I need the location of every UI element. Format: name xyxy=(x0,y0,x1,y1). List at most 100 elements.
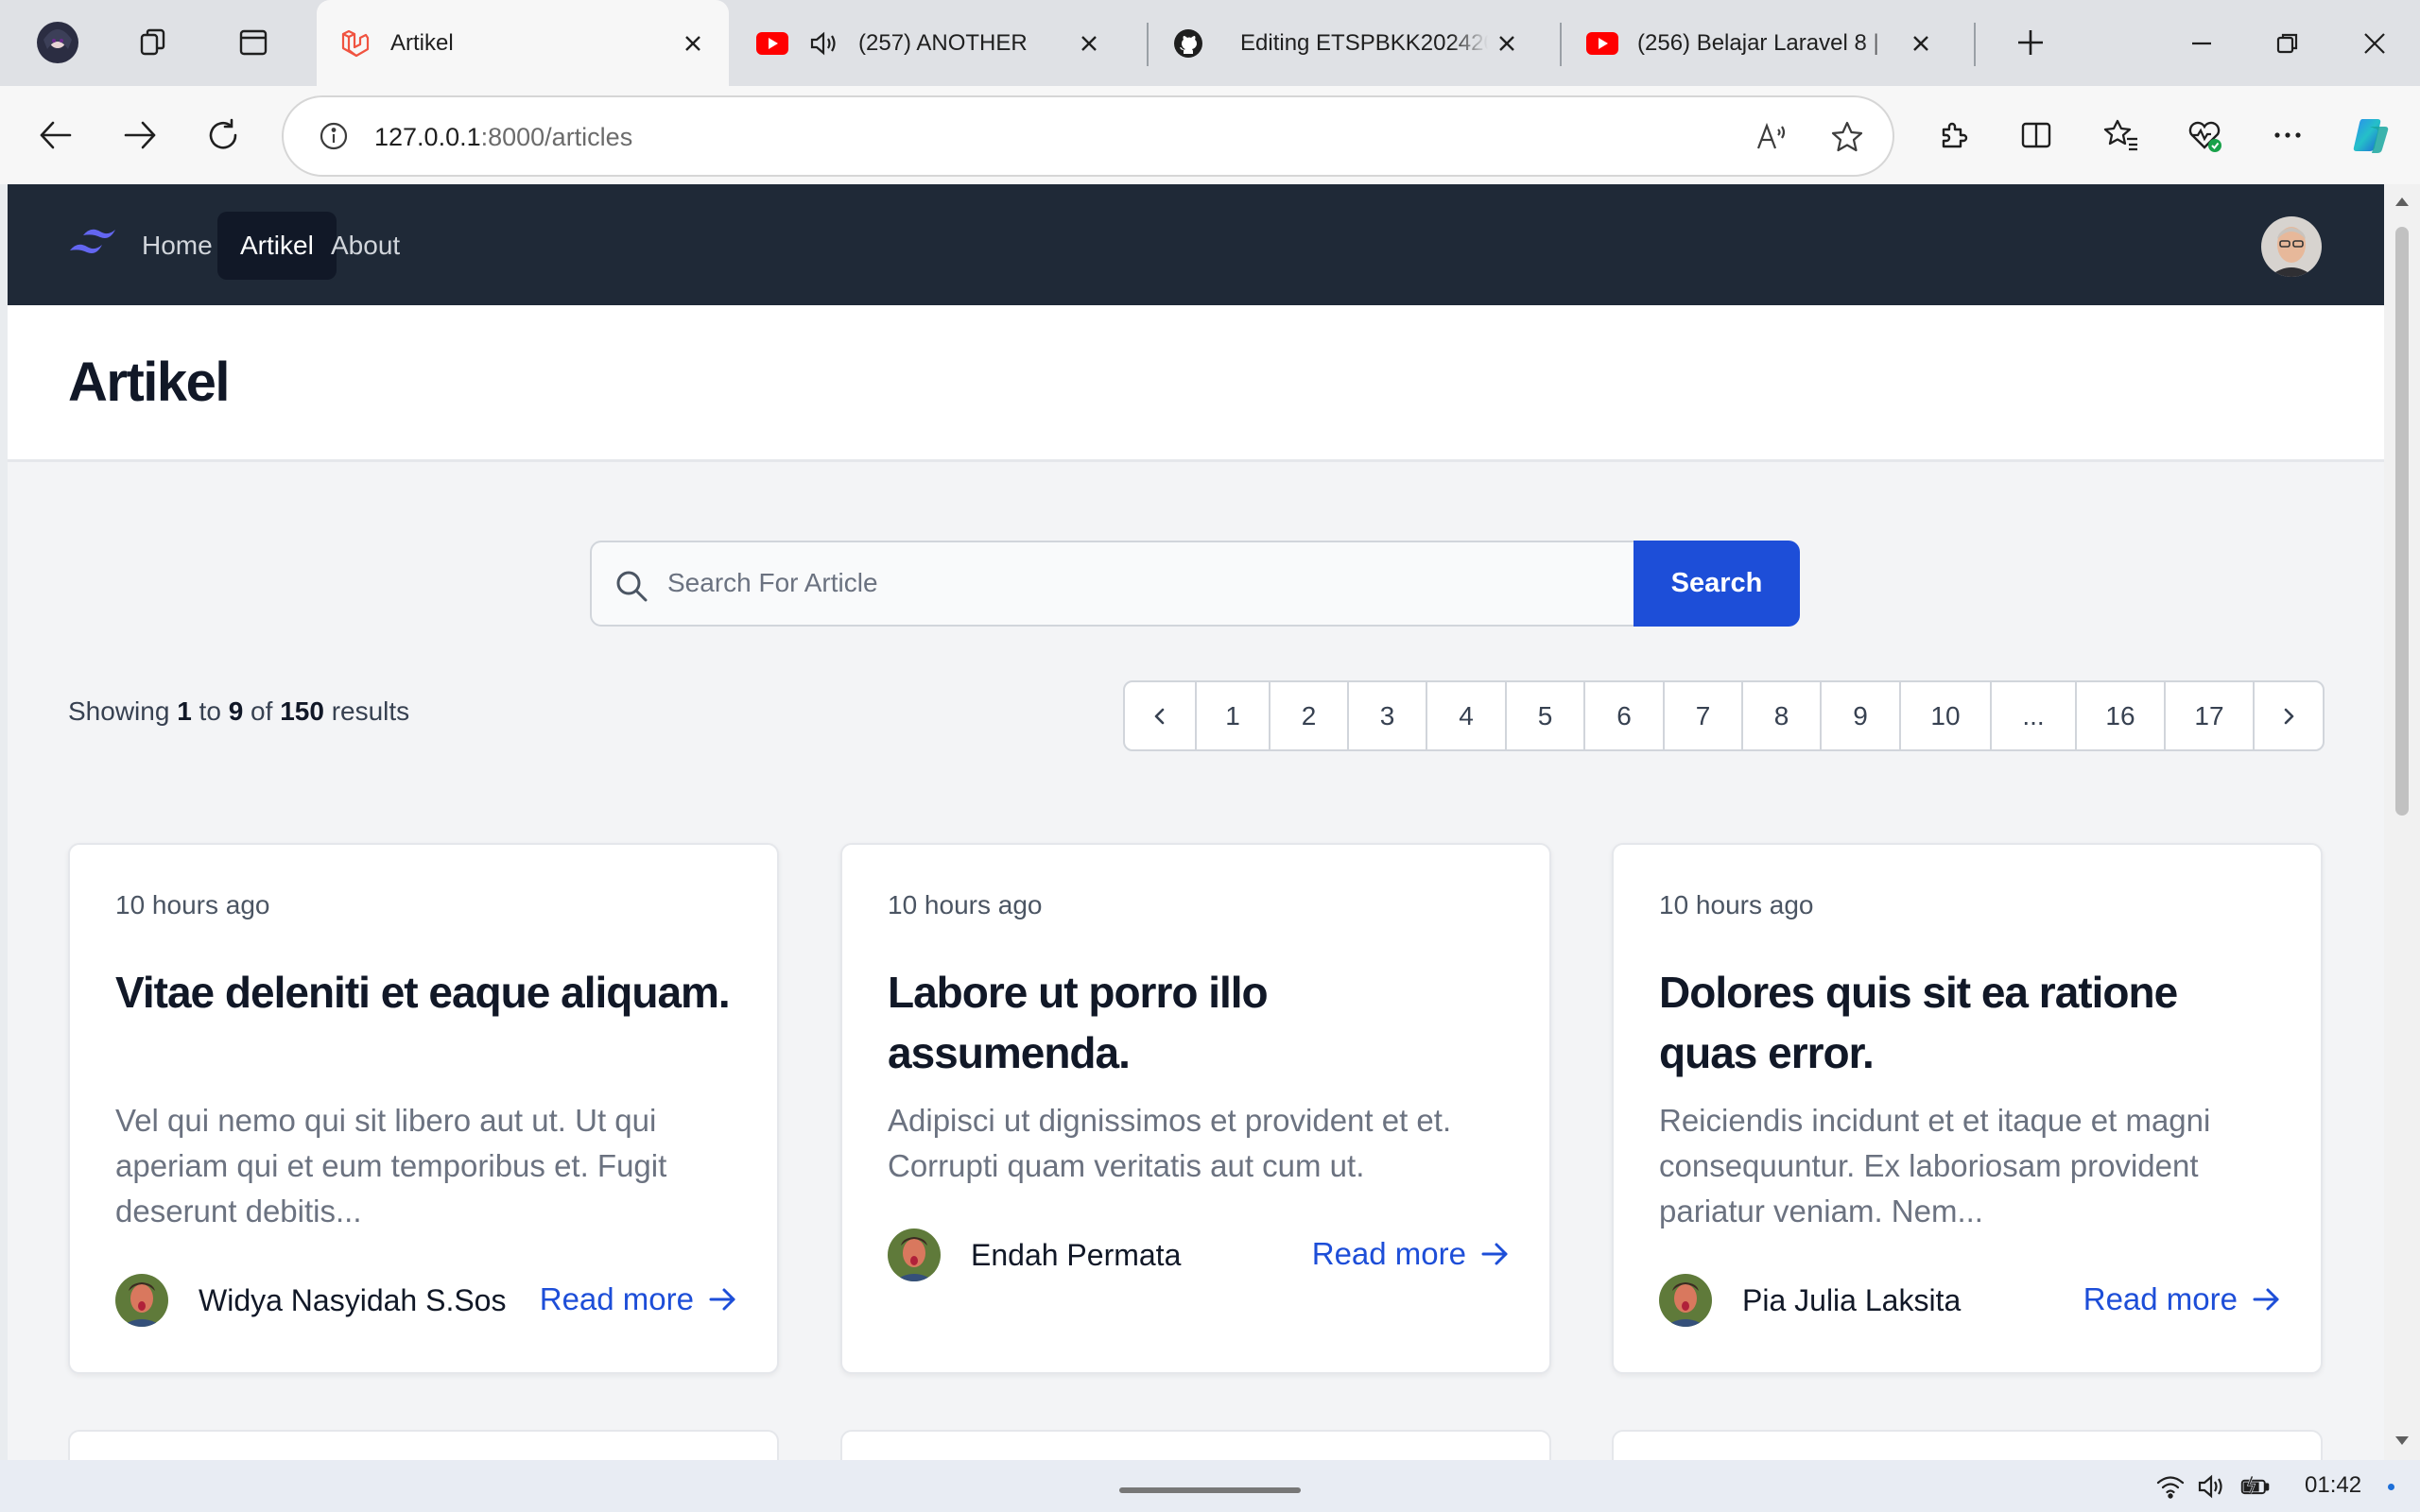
user-avatar[interactable] xyxy=(2261,216,2322,277)
wifi-icon[interactable] xyxy=(2155,1473,2186,1500)
page-scrollbar[interactable] xyxy=(2384,184,2420,1460)
extensions-button[interactable] xyxy=(1928,111,1978,160)
youtube-icon xyxy=(1586,27,1618,60)
refresh-icon xyxy=(209,118,237,149)
pagination-page-9[interactable]: 9 xyxy=(1820,682,1899,749)
minimize-icon xyxy=(2192,42,2211,45)
taskbar-handle[interactable] xyxy=(1119,1487,1301,1493)
copilot-button[interactable] xyxy=(2346,111,2395,160)
article-card-partial xyxy=(840,1430,1551,1460)
author-avatar xyxy=(888,1228,941,1281)
article-card-partial xyxy=(68,1430,779,1460)
restore-window-button[interactable] xyxy=(2265,21,2310,66)
author-avatar-icon xyxy=(1659,1274,1712,1327)
arrow-right-icon xyxy=(124,121,156,149)
volume-icon[interactable] xyxy=(2197,1473,2227,1500)
article-title[interactable]: Dolores quis sit ea ratione quas error. xyxy=(1659,962,2283,1083)
pagination-page-16[interactable]: 16 xyxy=(2075,682,2164,749)
nav-about[interactable]: About xyxy=(308,212,423,280)
pagination-page-5[interactable]: 5 xyxy=(1505,682,1583,749)
read-aloud-icon[interactable] xyxy=(1749,114,1794,160)
browser-toolbar: 127.0.0.1:8000/articles xyxy=(0,86,2420,184)
pagination-page-8[interactable]: 8 xyxy=(1741,682,1820,749)
results-to: 9 xyxy=(228,696,244,726)
tab-youtube-another[interactable]: (257) ANOTHER xyxy=(737,0,1125,86)
refresh-button[interactable] xyxy=(199,111,248,160)
pagination-page-4[interactable]: 4 xyxy=(1426,682,1505,749)
scroll-down-arrow-icon[interactable] xyxy=(2394,1432,2411,1449)
read-more-link[interactable]: Read more xyxy=(540,1281,739,1317)
results-from: 1 xyxy=(177,696,192,726)
close-tab-icon[interactable] xyxy=(1902,25,1940,62)
chevron-left-icon xyxy=(1154,708,1165,724)
search-placeholder: Search For Article xyxy=(667,568,878,597)
pagination-page-1[interactable]: 1 xyxy=(1195,682,1269,749)
article-author: Widya Nasyidah S.Sos xyxy=(199,1283,507,1317)
settings-more-button[interactable] xyxy=(2263,111,2312,160)
forward-button[interactable] xyxy=(115,111,164,160)
tab-github-editing[interactable]: Editing ETSPBKK202420 xyxy=(1155,0,1543,86)
arrow-left-icon xyxy=(40,121,72,149)
pagination-page-3[interactable]: 3 xyxy=(1347,682,1426,749)
taskbar-clock[interactable]: 01:42 xyxy=(2305,1472,2361,1499)
vertical-tabs-icon xyxy=(239,29,268,56)
search-input[interactable]: Search For Article xyxy=(590,541,1634,627)
close-tab-icon[interactable] xyxy=(1070,25,1108,62)
read-more-label: Read more xyxy=(1311,1236,1466,1271)
split-screen-icon xyxy=(2021,122,2051,148)
article-author: Pia Julia Laksita xyxy=(1742,1283,1962,1317)
search-button[interactable]: Search xyxy=(1634,541,1800,627)
results-total: 150 xyxy=(280,696,324,726)
pagination-ellipsis: ... xyxy=(1990,682,2075,749)
close-window-button[interactable] xyxy=(2352,21,2397,66)
site-info-icon[interactable] xyxy=(316,118,352,154)
os-taskbar: 01:42 xyxy=(0,1460,2420,1512)
tab-youtube-belajar-laravel[interactable]: (256) Belajar Laravel 8 | xyxy=(1569,0,1957,86)
scrollbar-thumb[interactable] xyxy=(2395,227,2409,816)
more-dots-icon xyxy=(2274,132,2301,138)
profile-avatar-icon xyxy=(37,22,78,63)
close-tab-icon[interactable] xyxy=(674,25,712,62)
minimize-window-button[interactable] xyxy=(2179,21,2224,66)
plus-icon xyxy=(2018,30,2043,55)
back-button[interactable] xyxy=(31,111,80,160)
heart-pulse-icon xyxy=(2188,121,2221,152)
article-title[interactable]: Labore ut porro illo assumenda. xyxy=(888,962,1512,1083)
new-tab-button[interactable] xyxy=(2009,21,2052,64)
notification-dot xyxy=(2388,1484,2394,1490)
article-footer: Widya Nasyidah S.Sos Read more xyxy=(115,1272,739,1329)
browser-tab-strip: Artikel (257) ANOTHER Editing ETSPBKK202… xyxy=(0,0,2420,86)
read-more-label: Read more xyxy=(539,1281,694,1316)
pagination-page-6[interactable]: 6 xyxy=(1583,682,1663,749)
profile-avatar-button[interactable] xyxy=(36,21,79,64)
pagination-next[interactable] xyxy=(2253,682,2323,749)
pagination-page-7[interactable]: 7 xyxy=(1663,682,1741,749)
pagination-page-10[interactable]: 10 xyxy=(1899,682,1990,749)
arrow-right-icon xyxy=(1481,1243,1508,1265)
split-screen-button[interactable] xyxy=(2012,111,2061,160)
favorites-button[interactable] xyxy=(2097,111,2146,160)
arrow-right-icon xyxy=(709,1288,735,1311)
address-url[interactable]: 127.0.0.1:8000/articles xyxy=(374,118,632,156)
pagination-prev[interactable] xyxy=(1125,682,1195,749)
article-footer: Pia Julia Laksita Read more xyxy=(1659,1272,2283,1329)
user-avatar-icon xyxy=(2261,216,2322,277)
scroll-up-arrow-icon[interactable] xyxy=(2394,194,2411,211)
article-time: 10 hours ago xyxy=(888,890,1043,919)
read-more-link[interactable]: Read more xyxy=(1312,1236,1512,1272)
pagination-page-17[interactable]: 17 xyxy=(2164,682,2253,749)
search-icon xyxy=(616,571,648,602)
address-bar[interactable]: 127.0.0.1:8000/articles xyxy=(282,95,1894,177)
article-title[interactable]: Vitae deleniti et eaque aliquam. xyxy=(115,962,739,1022)
battery-charging-icon[interactable] xyxy=(2240,1473,2271,1500)
pagination-page-2[interactable]: 2 xyxy=(1269,682,1347,749)
browser-essentials-button[interactable] xyxy=(2180,111,2229,160)
speaker-icon[interactable] xyxy=(807,27,839,60)
page-title: Artikel xyxy=(68,352,231,413)
read-more-link[interactable]: Read more xyxy=(2083,1281,2283,1317)
tab-artikel[interactable]: Artikel xyxy=(317,0,729,86)
close-tab-icon[interactable] xyxy=(1488,25,1526,62)
workspaces-button[interactable] xyxy=(132,21,176,64)
tab-actions-button[interactable] xyxy=(232,21,275,64)
favorite-star-icon[interactable] xyxy=(1824,114,1870,160)
